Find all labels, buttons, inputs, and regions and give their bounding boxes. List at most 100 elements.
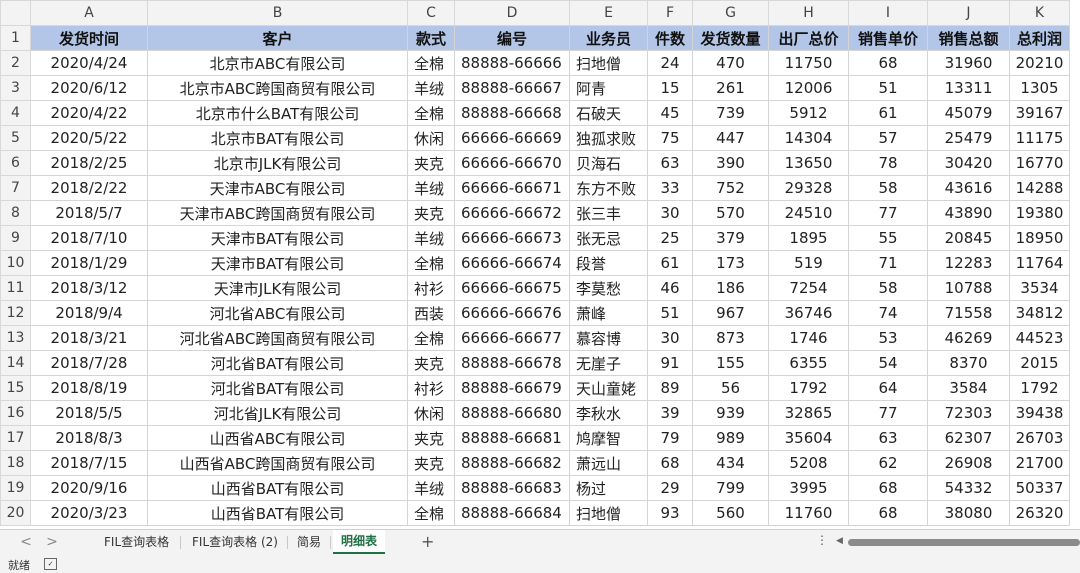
- row-header[interactable]: 20: [0, 500, 31, 526]
- data-cell[interactable]: 2018/9/4: [30, 300, 148, 326]
- data-cell[interactable]: 天山童姥: [569, 375, 648, 401]
- data-cell[interactable]: 967: [692, 300, 769, 326]
- data-cell[interactable]: 55: [848, 225, 928, 251]
- data-cell[interactable]: 独孤求败: [569, 125, 648, 151]
- data-cell[interactable]: 61: [647, 250, 693, 276]
- header-cell[interactable]: 销售总额: [927, 25, 1010, 51]
- data-cell[interactable]: 71: [848, 250, 928, 276]
- data-cell[interactable]: 35604: [768, 425, 849, 451]
- data-cell[interactable]: 2015: [1009, 350, 1070, 376]
- row-header[interactable]: 16: [0, 400, 31, 426]
- row-header[interactable]: 19: [0, 475, 31, 501]
- header-cell[interactable]: 销售单价: [848, 25, 928, 51]
- data-cell[interactable]: 李秋水: [569, 400, 648, 426]
- data-cell[interactable]: 88888-66681: [454, 425, 570, 451]
- data-cell[interactable]: 88888-66684: [454, 500, 570, 526]
- prev-sheet-icon[interactable]: <: [16, 533, 36, 551]
- column-header[interactable]: K: [1009, 0, 1070, 26]
- data-cell[interactable]: 74: [848, 300, 928, 326]
- accessibility-icon[interactable]: ✓: [44, 558, 57, 570]
- data-cell[interactable]: 12283: [927, 250, 1010, 276]
- data-cell[interactable]: 衬衫: [407, 375, 455, 401]
- data-cell[interactable]: 19380: [1009, 200, 1070, 226]
- data-cell[interactable]: 羊绒: [407, 175, 455, 201]
- data-cell[interactable]: 155: [692, 350, 769, 376]
- sheet-tab-detail[interactable]: 明细表: [333, 530, 386, 554]
- data-cell[interactable]: 66666-66676: [454, 300, 570, 326]
- data-cell[interactable]: 88888-66668: [454, 100, 570, 126]
- data-cell[interactable]: 29328: [768, 175, 849, 201]
- data-cell[interactable]: 63: [848, 425, 928, 451]
- data-cell[interactable]: 58: [848, 175, 928, 201]
- data-cell[interactable]: 570: [692, 200, 769, 226]
- data-cell[interactable]: 51: [848, 75, 928, 101]
- data-cell[interactable]: 447: [692, 125, 769, 151]
- data-cell[interactable]: 11764: [1009, 250, 1070, 276]
- data-cell[interactable]: 2018/2/22: [30, 175, 148, 201]
- data-cell[interactable]: 64: [848, 375, 928, 401]
- row-header[interactable]: 4: [0, 100, 31, 126]
- data-cell[interactable]: 天津市ABC有限公司: [147, 175, 408, 201]
- data-cell[interactable]: 93: [647, 500, 693, 526]
- data-cell[interactable]: 32865: [768, 400, 849, 426]
- data-cell[interactable]: 段誉: [569, 250, 648, 276]
- data-cell[interactable]: 北京市BAT有限公司: [147, 125, 408, 151]
- data-cell[interactable]: 羊绒: [407, 75, 455, 101]
- data-cell[interactable]: 34812: [1009, 300, 1070, 326]
- data-cell[interactable]: 天津市BAT有限公司: [147, 250, 408, 276]
- data-cell[interactable]: 56: [692, 375, 769, 401]
- header-cell[interactable]: 业务员: [569, 25, 648, 51]
- data-cell[interactable]: 24: [647, 50, 693, 76]
- data-cell[interactable]: 2020/9/16: [30, 475, 148, 501]
- data-cell[interactable]: 21700: [1009, 450, 1070, 476]
- data-cell[interactable]: 夹克: [407, 350, 455, 376]
- data-cell[interactable]: 北京市ABC有限公司: [147, 50, 408, 76]
- data-cell[interactable]: 57: [848, 125, 928, 151]
- data-cell[interactable]: 贝海石: [569, 150, 648, 176]
- data-cell[interactable]: 66666-66670: [454, 150, 570, 176]
- data-cell[interactable]: 5208: [768, 450, 849, 476]
- column-header[interactable]: E: [569, 0, 648, 26]
- row-header[interactable]: 17: [0, 425, 31, 451]
- column-header[interactable]: A: [30, 0, 148, 26]
- data-cell[interactable]: 66666-66669: [454, 125, 570, 151]
- data-cell[interactable]: 91: [647, 350, 693, 376]
- row-header[interactable]: 3: [0, 75, 31, 101]
- data-cell[interactable]: 2020/4/22: [30, 100, 148, 126]
- data-cell[interactable]: 2018/7/10: [30, 225, 148, 251]
- data-cell[interactable]: 88888-66679: [454, 375, 570, 401]
- data-cell[interactable]: 1792: [768, 375, 849, 401]
- data-cell[interactable]: 261: [692, 75, 769, 101]
- data-cell[interactable]: 无崖子: [569, 350, 648, 376]
- data-cell[interactable]: 7254: [768, 275, 849, 301]
- data-cell[interactable]: 30420: [927, 150, 1010, 176]
- data-cell[interactable]: 173: [692, 250, 769, 276]
- data-cell[interactable]: 26908: [927, 450, 1010, 476]
- row-header[interactable]: 9: [0, 225, 31, 251]
- data-cell[interactable]: 夹克: [407, 425, 455, 451]
- data-cell[interactable]: 77: [848, 200, 928, 226]
- data-cell[interactable]: 43616: [927, 175, 1010, 201]
- data-cell[interactable]: 14288: [1009, 175, 1070, 201]
- data-cell[interactable]: 夹克: [407, 450, 455, 476]
- data-cell[interactable]: 北京市JLK有限公司: [147, 150, 408, 176]
- data-cell[interactable]: 全棉: [407, 50, 455, 76]
- data-cell[interactable]: 18950: [1009, 225, 1070, 251]
- data-cell[interactable]: 45: [647, 100, 693, 126]
- row-header[interactable]: 13: [0, 325, 31, 351]
- data-cell[interactable]: 46: [647, 275, 693, 301]
- data-cell[interactable]: 799: [692, 475, 769, 501]
- data-cell[interactable]: 25: [647, 225, 693, 251]
- data-cell[interactable]: 470: [692, 50, 769, 76]
- data-cell[interactable]: 88888-66678: [454, 350, 570, 376]
- data-cell[interactable]: 752: [692, 175, 769, 201]
- row-header[interactable]: 14: [0, 350, 31, 376]
- data-cell[interactable]: 66666-66673: [454, 225, 570, 251]
- row-header[interactable]: 8: [0, 200, 31, 226]
- header-cell[interactable]: 出厂总价: [768, 25, 849, 51]
- data-cell[interactable]: 全棉: [407, 100, 455, 126]
- data-cell[interactable]: 58: [848, 275, 928, 301]
- data-cell[interactable]: 衬衫: [407, 275, 455, 301]
- horizontal-scrollbar[interactable]: [848, 539, 1080, 546]
- column-header[interactable]: F: [647, 0, 693, 26]
